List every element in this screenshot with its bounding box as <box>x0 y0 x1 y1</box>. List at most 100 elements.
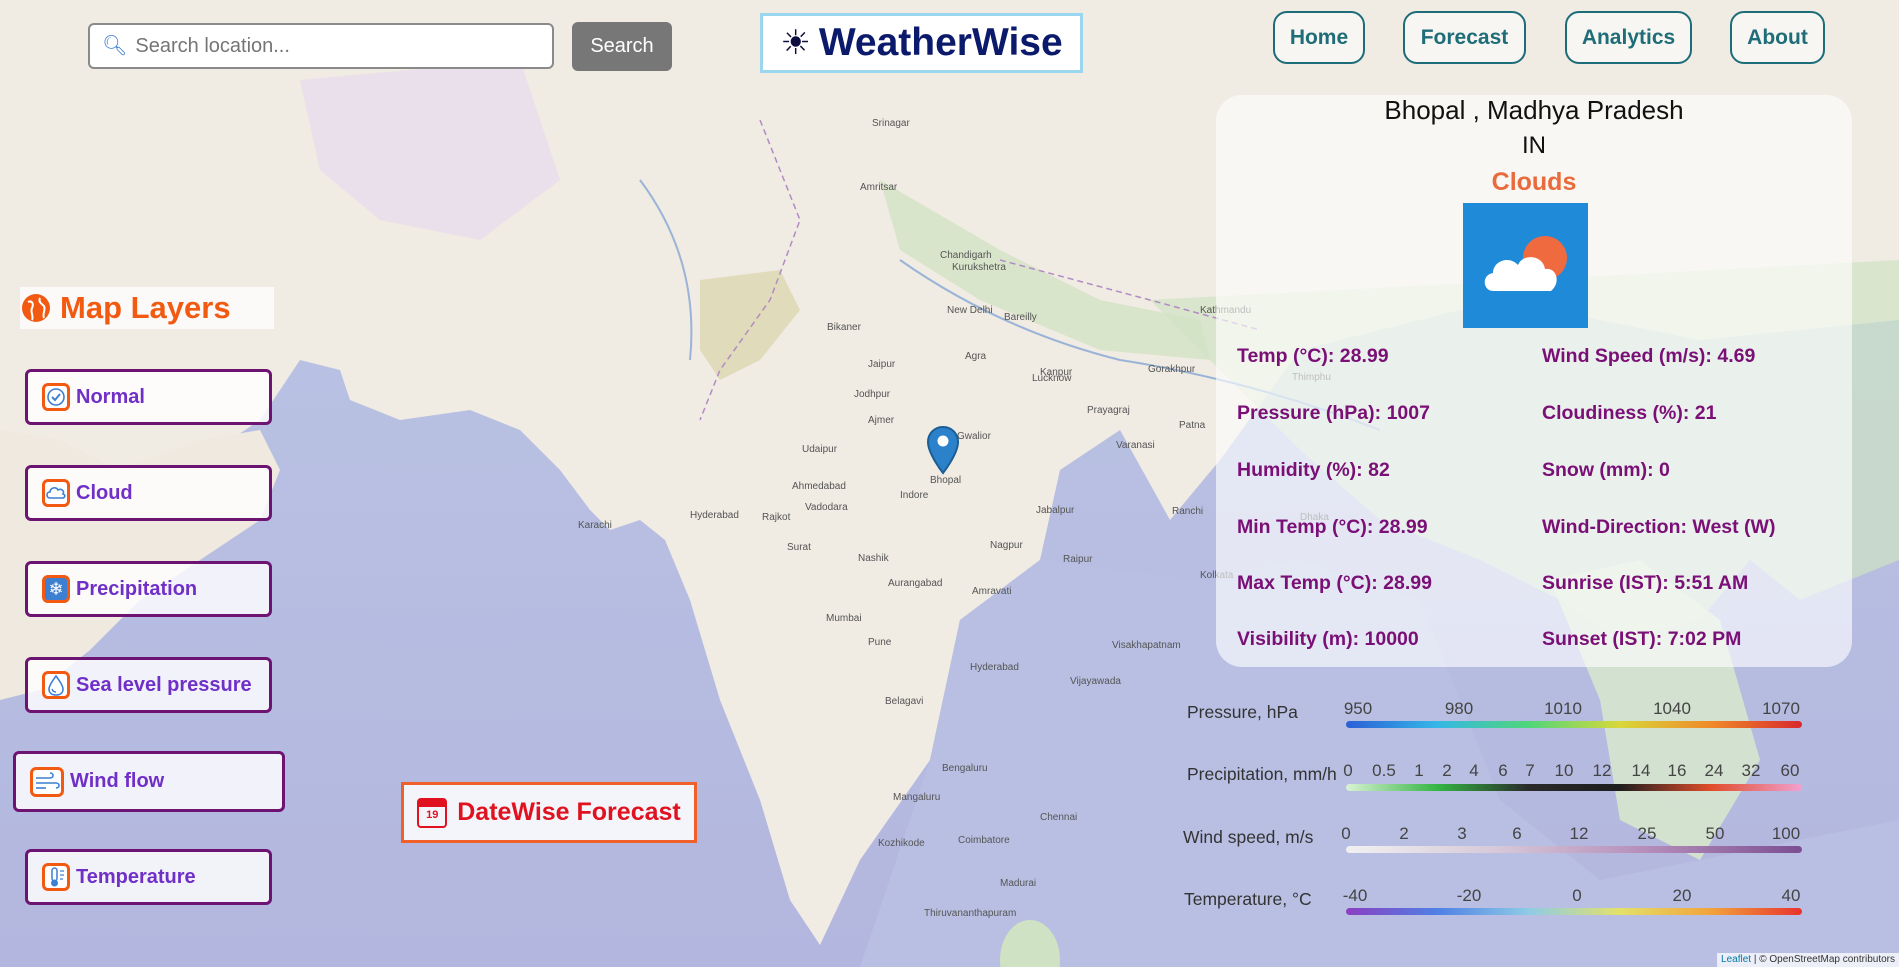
legend-pressure-label: Pressure, hPa <box>1187 702 1298 722</box>
map-place-label: Ranchi <box>1172 506 1204 517</box>
weather-country: IN <box>1522 132 1546 159</box>
map-place-label: Ahmedabad <box>792 481 846 492</box>
legend-temperature-label: Temperature, °C <box>1184 889 1312 909</box>
search-button[interactable]: Search <box>572 22 672 71</box>
legend-tick: 32 <box>1741 761 1761 780</box>
map-place-label: Coimbatore <box>958 835 1010 846</box>
legend-temperature-bar <box>1346 908 1802 915</box>
detail-humidity: Humidity (%)82 <box>1237 459 1390 482</box>
nav-forecast[interactable]: Forecast <box>1403 11 1526 64</box>
map-place-label: Belagavi <box>885 696 924 707</box>
legend-precipitation-bar <box>1346 784 1802 791</box>
legend-tick: -20 <box>1456 886 1482 905</box>
legend-tick: 980 <box>1444 699 1474 718</box>
legend-tick: 16 <box>1667 761 1687 780</box>
legend-tick: 6 <box>1512 824 1522 843</box>
legend-tick: 1040 <box>1653 699 1691 718</box>
map-place-label: Nashik <box>858 553 889 564</box>
map-place-label: Agra <box>965 351 987 362</box>
layer-precipitation[interactable]: ❄ Precipitation <box>25 561 272 617</box>
map-place-label: Gorakhpur <box>1148 364 1196 375</box>
detail-sunset: Sunset (IST)7:02 PM <box>1542 628 1741 651</box>
legend-tick: 2 <box>1399 824 1409 843</box>
leaflet-link[interactable]: Leaflet <box>1721 954 1751 965</box>
search-icon: 🔍︎ <box>102 35 128 57</box>
location-marker-icon[interactable] <box>926 425 960 475</box>
map-place-label: Surat <box>787 542 811 553</box>
map-place-label: Chandigarh <box>940 250 992 261</box>
legend-tick: 40 <box>1781 886 1801 905</box>
layer-temperature[interactable]: Temperature <box>25 849 272 905</box>
map-place-label: Bengaluru <box>942 763 988 774</box>
layer-sea-level-pressure[interactable]: Sea level pressure <box>25 657 272 713</box>
map-place-label: Jaipur <box>868 359 896 370</box>
legend-tick: 24 <box>1704 761 1724 780</box>
legend-tick: 0 <box>1572 886 1582 905</box>
thermometer-icon <box>42 863 70 891</box>
map-layers-title: Map Layers <box>60 290 231 325</box>
map-place-label: Aurangabad <box>888 578 943 589</box>
layer-label: Cloud <box>76 481 133 504</box>
legend-tick: 60 <box>1780 761 1800 780</box>
legend-tick: 1070 <box>1762 699 1800 718</box>
legend-tick: 1 <box>1414 761 1424 780</box>
layer-label: Sea level pressure <box>76 673 252 696</box>
layer-cloud[interactable]: Cloud <box>25 465 272 521</box>
legend-tick: 7 <box>1525 761 1535 780</box>
search-box[interactable]: 🔍︎ <box>88 23 554 69</box>
map-place-label: Visakhapatnam <box>1112 640 1181 651</box>
detail-sunrise: Sunrise (IST)5:51 AM <box>1542 572 1748 595</box>
map-place-label: Jodhpur <box>854 389 891 400</box>
layer-wind-flow[interactable]: Wind flow <box>13 751 285 812</box>
search-input[interactable] <box>133 33 548 59</box>
globe-icon <box>22 294 50 322</box>
map-place-label: Vijayawada <box>1070 676 1121 687</box>
datewise-label: DateWise Forecast <box>457 798 681 826</box>
map-place-label: Karachi <box>578 520 612 531</box>
map-place-label: Mangaluru <box>893 792 941 803</box>
map-place-label: Udaipur <box>802 444 838 455</box>
nav-analytics[interactable]: Analytics <box>1565 11 1692 64</box>
detail-pressure: Pressure (hPa)1007 <box>1237 402 1430 425</box>
legend-tick: 25 <box>1637 824 1657 843</box>
map-place-label: Bhopal <box>930 475 962 486</box>
map-place-label: Patna <box>1179 420 1206 431</box>
layer-label: Precipitation <box>76 577 198 600</box>
map-place-label: Bareilly <box>1004 312 1037 323</box>
layer-label: Normal <box>76 385 145 408</box>
detail-snow: Snow (mm)0 <box>1542 459 1670 482</box>
legend-tick: 20 <box>1672 886 1692 905</box>
legend-tick: 3 <box>1457 824 1467 843</box>
legend-tick: 14 <box>1631 761 1651 780</box>
map-place-label: Prayagraj <box>1087 405 1130 416</box>
map-place-label: Gwalior <box>957 431 991 442</box>
legend-tick: 0.5 <box>1372 761 1396 780</box>
detail-min-temp: Min Temp (°C)28.99 <box>1237 516 1428 539</box>
map-place-label: Kozhikode <box>878 838 925 849</box>
nav-about[interactable]: About <box>1730 11 1825 64</box>
legend-tick: 50 <box>1705 824 1725 843</box>
map-place-label: Chennai <box>1040 812 1078 823</box>
legend-tick: 0 <box>1341 824 1351 843</box>
weather-condition: Clouds <box>1491 168 1577 196</box>
legend-tick: 4 <box>1469 761 1479 780</box>
check-icon <box>42 383 70 411</box>
map-layers-header: Map Layers <box>20 287 274 329</box>
brand-name: WeatherWise <box>818 21 1063 64</box>
map-place-label: Jabalpur <box>1036 505 1075 516</box>
map-place-label: Madurai <box>1000 878 1037 889</box>
nav-home[interactable]: Home <box>1273 11 1365 64</box>
map-place-label: Pune <box>868 637 892 648</box>
legend-tick: 6 <box>1498 761 1508 780</box>
cloud-sun-icon <box>1463 203 1588 328</box>
weather-city: Bhopal , Madhya Pradesh <box>1384 95 1684 125</box>
legend-tick: -40 <box>1342 886 1368 905</box>
map-attribution: Leaflet | © OpenStreetMap contributors <box>1717 953 1899 967</box>
snowflake-icon: ❄ <box>42 575 70 603</box>
cloud-icon <box>42 479 70 507</box>
map-place-label: Nagpur <box>990 540 1023 551</box>
layer-normal[interactable]: Normal <box>25 369 272 425</box>
detail-wind-speed: Wind Speed (m/s)4.69 <box>1542 345 1755 368</box>
wind-icon <box>30 766 64 797</box>
datewise-forecast-button[interactable]: 19 DateWise Forecast <box>401 782 697 843</box>
